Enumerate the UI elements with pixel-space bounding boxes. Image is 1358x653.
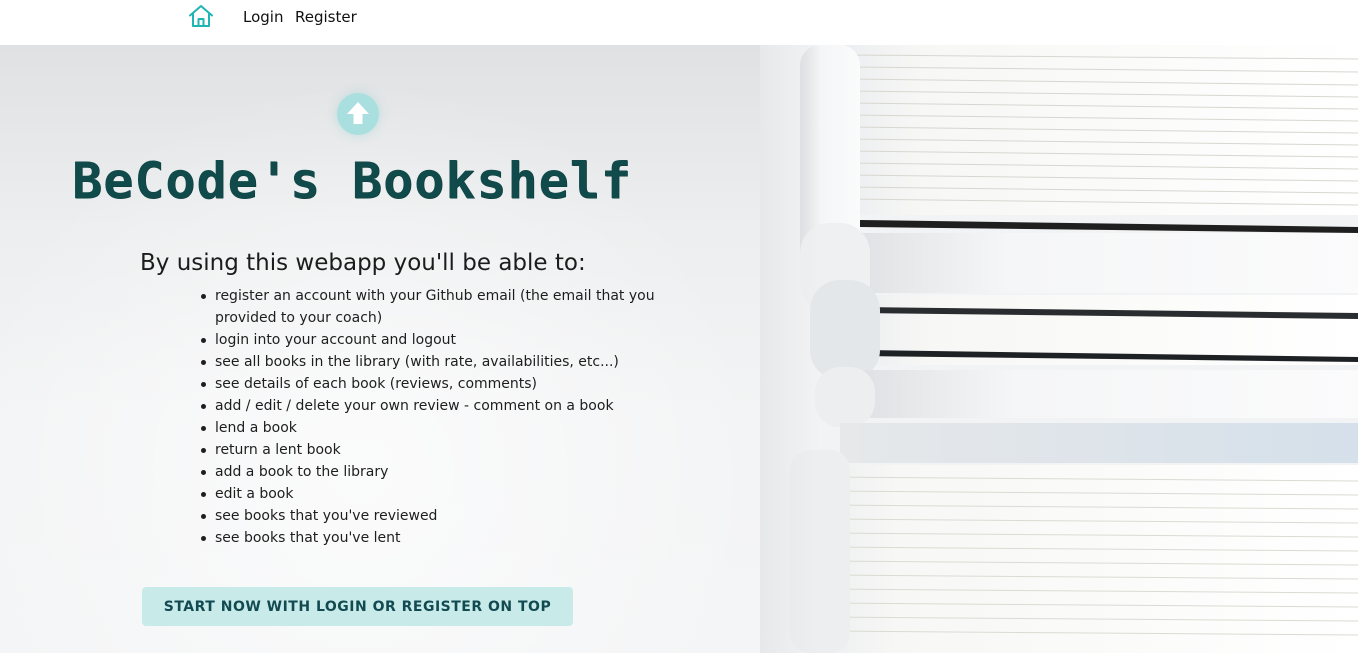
list-item: lend a book: [201, 417, 715, 439]
top-navbar: Login Register: [0, 0, 1358, 45]
list-item: add a book to the library: [201, 461, 715, 483]
list-item: return a lent book: [201, 439, 715, 461]
list-item: see books that you've lent: [201, 527, 715, 549]
features-list: register an account with your Github ema…: [201, 285, 715, 549]
features-heading: By using this webapp you'll be able to:: [140, 250, 586, 276]
list-item: edit a book: [201, 483, 715, 505]
list-item: add / edit / delete your own review - co…: [201, 395, 715, 417]
start-now-button[interactable]: START NOW WITH LOGIN OR REGISTER ON TOP: [142, 587, 573, 626]
list-item: login into your account and logout: [201, 329, 715, 351]
list-item: see all books in the library (with rate,…: [201, 351, 715, 373]
scroll-up-button[interactable]: [337, 93, 379, 135]
list-item: register an account with your Github ema…: [201, 285, 715, 329]
page-title: BeCode's Bookshelf: [72, 152, 632, 210]
login-link[interactable]: Login: [243, 8, 283, 26]
register-link[interactable]: Register: [295, 8, 357, 26]
hero-section: BeCode's Bookshelf By using this webapp …: [0, 45, 1358, 653]
arrow-up-icon: [347, 102, 369, 124]
list-item: see details of each book (reviews, comme…: [201, 373, 715, 395]
books-stack-image: [760, 45, 1358, 653]
list-item: see books that you've reviewed: [201, 505, 715, 527]
home-icon[interactable]: [187, 3, 215, 29]
